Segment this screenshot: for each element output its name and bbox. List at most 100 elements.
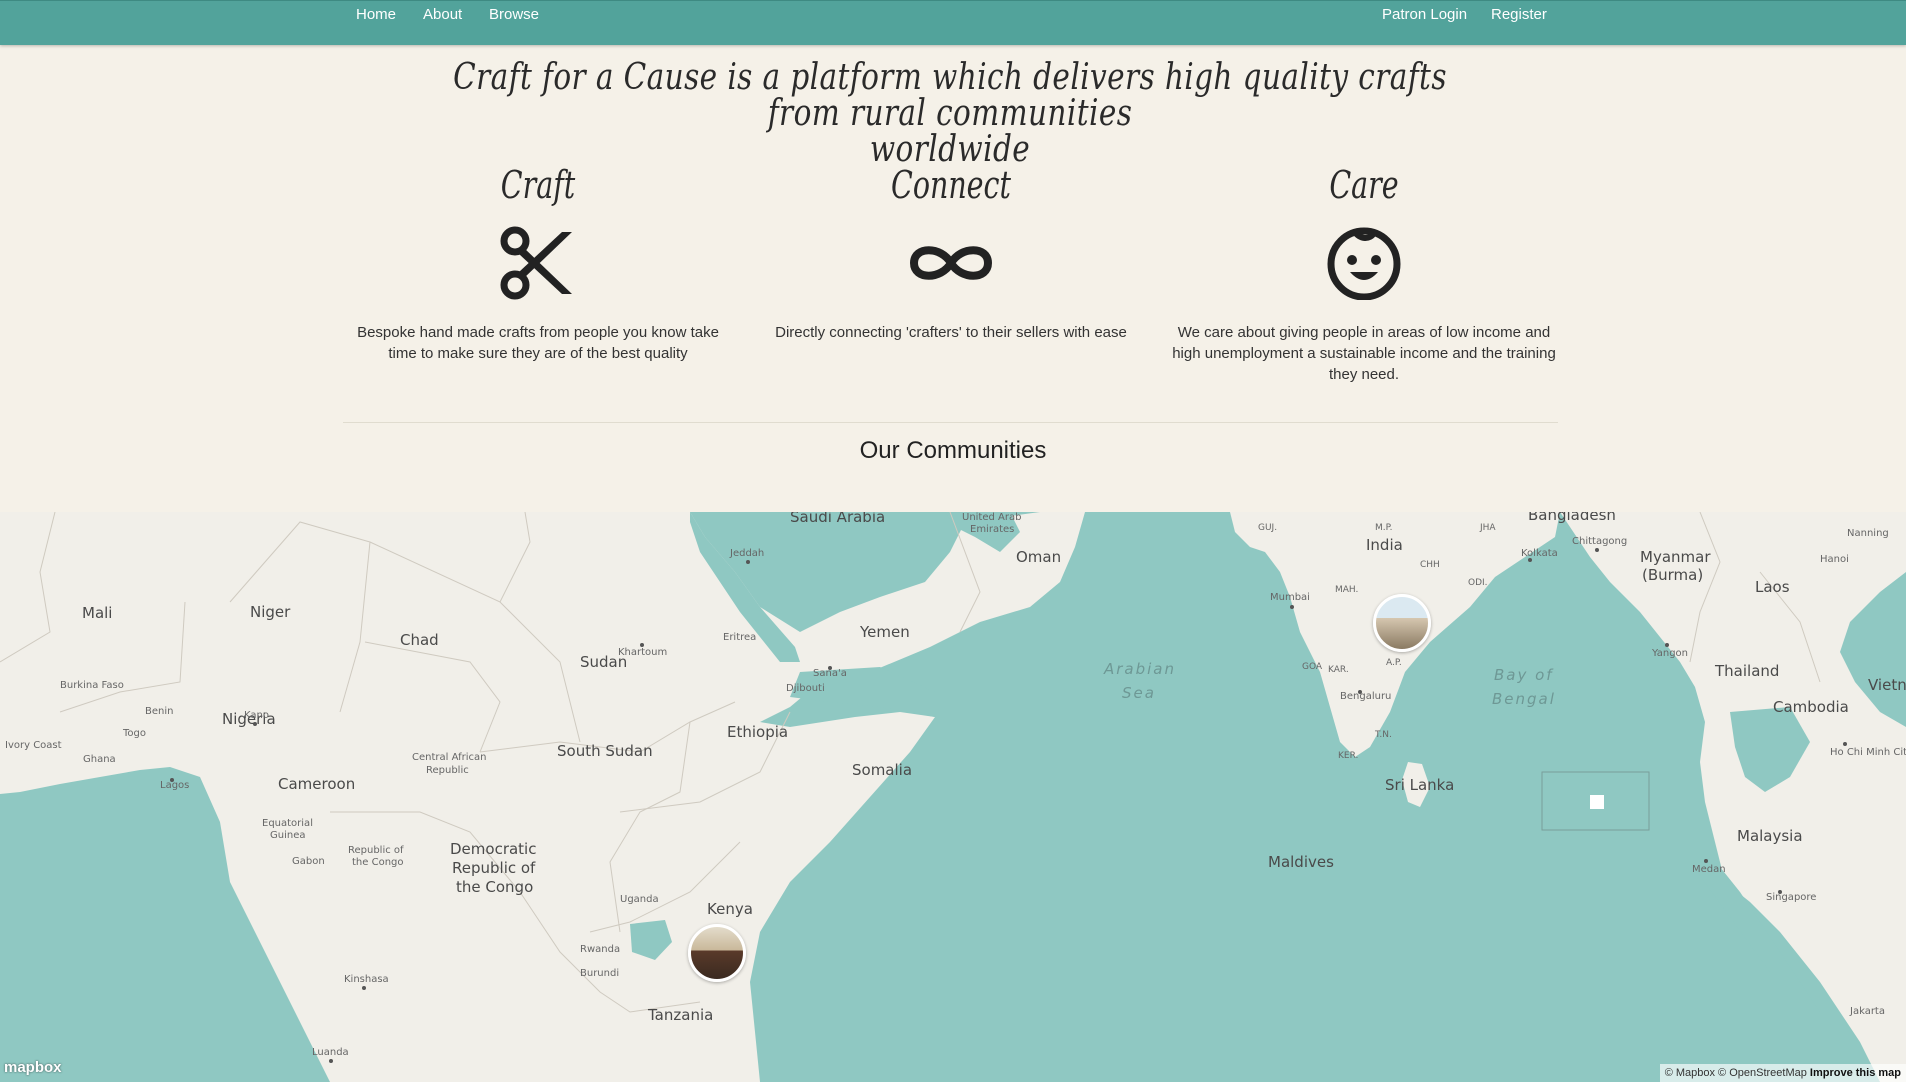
inset-marker — [1590, 795, 1604, 809]
feature-title: Connect — [891, 163, 1011, 207]
svg-text:Somalia: Somalia — [852, 761, 912, 779]
svg-text:Central African: Central African — [412, 752, 486, 763]
svg-text:United Arab: United Arab — [962, 512, 1021, 523]
svg-text:Bangladesh: Bangladesh — [1528, 512, 1616, 524]
community-marker-india[interactable] — [1373, 594, 1431, 652]
infinity-icon — [909, 246, 993, 280]
svg-text:Yangon: Yangon — [1651, 648, 1688, 659]
baby-face-icon — [1327, 227, 1401, 300]
svg-text:Yemen: Yemen — [859, 623, 910, 641]
svg-text:Mumbai: Mumbai — [1270, 592, 1310, 603]
svg-text:GUJ.: GUJ. — [1258, 523, 1277, 533]
svg-text:Lagos: Lagos — [160, 780, 189, 791]
improve-map-link[interactable]: Improve this map — [1810, 1067, 1901, 1079]
svg-text:Emirates: Emirates — [970, 524, 1014, 535]
svg-text:Medan: Medan — [1692, 864, 1726, 875]
svg-text:GOA: GOA — [1302, 662, 1323, 672]
svg-text:Ghana: Ghana — [83, 754, 116, 765]
svg-text:Sri Lanka: Sri Lanka — [1385, 776, 1454, 794]
feature-text: We care about giving people in areas of … — [1172, 324, 1556, 383]
svg-text:Equatorial: Equatorial — [262, 818, 313, 829]
svg-text:Mali: Mali — [82, 604, 112, 622]
svg-text:Bay of: Bay of — [1494, 666, 1554, 684]
svg-text:JHA: JHA — [1479, 523, 1496, 533]
svg-text:Sea: Sea — [1122, 684, 1156, 702]
svg-text:Kenya: Kenya — [707, 900, 753, 918]
svg-text:South Sudan: South Sudan — [557, 742, 653, 760]
svg-text:Jeddah: Jeddah — [729, 548, 764, 559]
svg-text:CHH: CHH — [1420, 560, 1440, 570]
divider — [343, 422, 1558, 423]
svg-text:Uganda: Uganda — [620, 894, 659, 905]
label-saudi-arabia: Saudi Arabia — [790, 512, 885, 526]
svg-text:Arabian: Arabian — [1103, 660, 1176, 678]
feature-connect: Connect Directly connecting 'crafters' t… — [751, 160, 1151, 343]
map-attribution: © Mapbox © OpenStreetMap Improve this ma… — [1659, 1064, 1906, 1082]
nav-patron-login-link[interactable]: Patron Login — [1382, 6, 1467, 23]
community-marker-kenya[interactable] — [688, 924, 746, 982]
svg-text:Republic: Republic — [426, 765, 469, 776]
nav-home-link[interactable]: Home — [356, 6, 396, 23]
feature-title: Craft — [500, 163, 576, 207]
svg-text:Chittagong: Chittagong — [1572, 536, 1627, 547]
svg-text:Ivory Coast: Ivory Coast — [5, 740, 62, 751]
svg-text:Rwanda: Rwanda — [580, 944, 620, 955]
svg-text:Nanning: Nanning — [1847, 528, 1889, 539]
svg-text:Kinshasa: Kinshasa — [344, 974, 389, 985]
nav-browse-link[interactable]: Browse — [489, 6, 539, 23]
land-africa-arabia — [0, 512, 1085, 1082]
feature-text: Bespoke hand made crafts from people you… — [357, 324, 719, 362]
svg-text:Bengaluru: Bengaluru — [1340, 691, 1391, 702]
svg-text:M.P.: M.P. — [1375, 523, 1393, 533]
feature-title: Care — [1329, 163, 1399, 207]
feature-care: Care We care about giving people in area… — [1164, 160, 1564, 385]
svg-text:Republic of: Republic of — [348, 845, 404, 856]
svg-text:Guinea: Guinea — [270, 830, 305, 841]
svg-text:Gabon: Gabon — [292, 856, 325, 867]
land-se-asia — [1560, 512, 1906, 1082]
nav-about-link[interactable]: About — [423, 6, 462, 23]
svg-text:MAH.: MAH. — [1335, 585, 1358, 595]
svg-text:Tanzania: Tanzania — [647, 1006, 713, 1024]
feature-text: Directly connecting 'crafters' to their … — [775, 324, 1127, 341]
svg-text:Togo: Togo — [122, 728, 146, 739]
map-canvas[interactable]: Saudi Arabia United Arab Emirates Oman Y… — [0, 512, 1906, 1082]
svg-text:Ho Chi Minh City: Ho Chi Minh City — [1830, 747, 1906, 758]
svg-text:Cameroon: Cameroon — [278, 775, 355, 793]
tagline-line-1: Craft for a Cause is a platform which de… — [453, 57, 1447, 134]
svg-text:Niger: Niger — [250, 603, 291, 621]
svg-text:India: India — [1366, 536, 1403, 554]
svg-text:A.P.: A.P. — [1386, 658, 1402, 668]
communities-map[interactable]: Saudi Arabia United Arab Emirates Oman Y… — [0, 512, 1906, 1082]
nav-register-link[interactable]: Register — [1491, 6, 1547, 23]
tagline: Craft for a Cause is a platform which de… — [450, 60, 1450, 168]
svg-text:Thailand: Thailand — [1714, 662, 1779, 680]
svg-text:T.N.: T.N. — [1374, 730, 1392, 740]
attribution-text[interactable]: © Mapbox © OpenStreetMap — [1665, 1067, 1807, 1079]
mapbox-logo[interactable]: mapbox — [4, 1059, 62, 1076]
svg-text:KER.: KER. — [1338, 751, 1358, 761]
navbar: Home About Browse Patron Login Register — [0, 0, 1906, 45]
svg-text:Oman: Oman — [1016, 548, 1061, 566]
svg-text:Benin: Benin — [145, 706, 173, 717]
svg-text:Cambodia: Cambodia — [1773, 698, 1849, 716]
svg-text:Eritrea: Eritrea — [723, 632, 756, 643]
svg-text:Burundi: Burundi — [580, 968, 619, 979]
svg-text:Malaysia: Malaysia — [1737, 827, 1803, 845]
scissors-icon — [500, 226, 572, 300]
svg-text:Luanda: Luanda — [312, 1047, 349, 1058]
svg-text:the Congo: the Congo — [456, 878, 533, 896]
svg-text:(Burma): (Burma) — [1642, 566, 1703, 584]
communities-title: Our Communities — [859, 437, 1047, 464]
svg-text:the Congo: the Congo — [352, 857, 404, 868]
svg-text:Hanoi: Hanoi — [1820, 554, 1849, 565]
svg-text:Jakarta: Jakarta — [1849, 1006, 1885, 1017]
svg-text:Kolkata: Kolkata — [1521, 548, 1558, 559]
svg-text:Kano: Kano — [244, 710, 269, 721]
svg-text:KAR.: KAR. — [1328, 665, 1349, 675]
svg-text:Chad: Chad — [400, 631, 439, 649]
svg-text:Ethiopia: Ethiopia — [727, 723, 788, 741]
svg-text:Burkina Faso: Burkina Faso — [60, 680, 124, 691]
svg-text:Democratic: Democratic — [450, 840, 536, 858]
svg-text:Djibouti: Djibouti — [786, 683, 825, 694]
